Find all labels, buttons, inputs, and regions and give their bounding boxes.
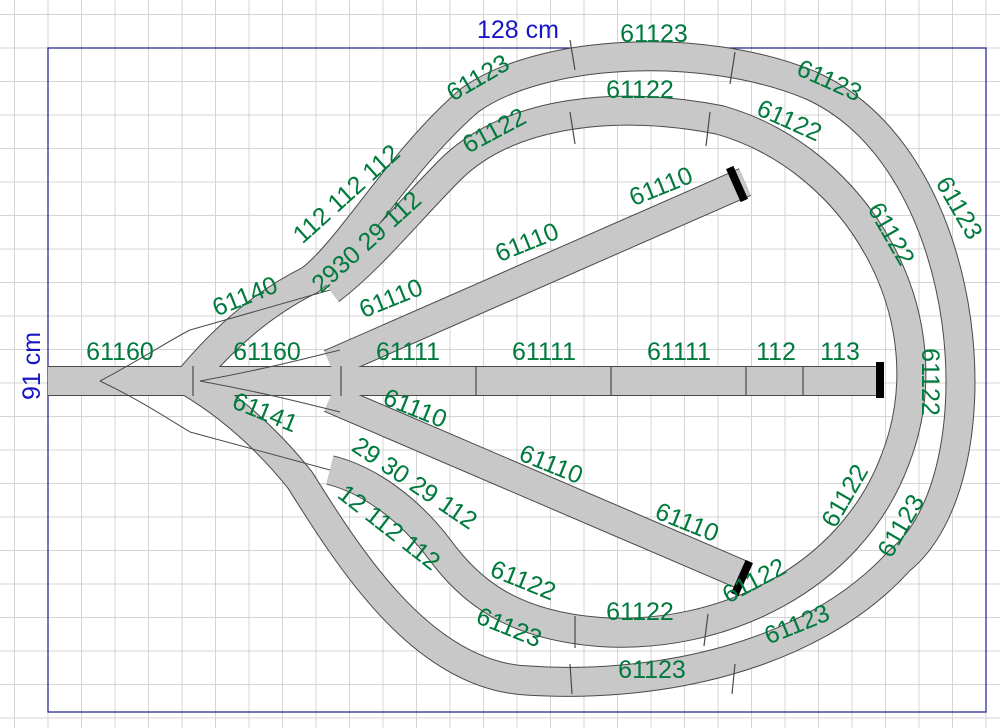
track-label: 61111 (376, 338, 440, 366)
track-label: 61122 (606, 598, 674, 626)
track-label: 61111 (647, 338, 711, 366)
track-label: 61122 (916, 348, 944, 416)
track-label: 61123 (618, 656, 686, 684)
track-label: 113 (820, 338, 860, 366)
track-label: 61123 (620, 20, 688, 48)
height-dimension-label: 91 cm (18, 332, 46, 400)
buffer-stop-main (876, 362, 884, 398)
track-label: 61111 (512, 338, 576, 366)
track-label: 112 (756, 338, 796, 366)
track-plan: 128 cm 91 cm 61123 61123 61123 61123 611… (0, 0, 1000, 728)
track-label: 61122 (606, 76, 674, 104)
track-label: 61160 (86, 338, 154, 366)
track-label: 61160 (233, 338, 301, 366)
width-dimension-label: 128 cm (477, 16, 559, 44)
